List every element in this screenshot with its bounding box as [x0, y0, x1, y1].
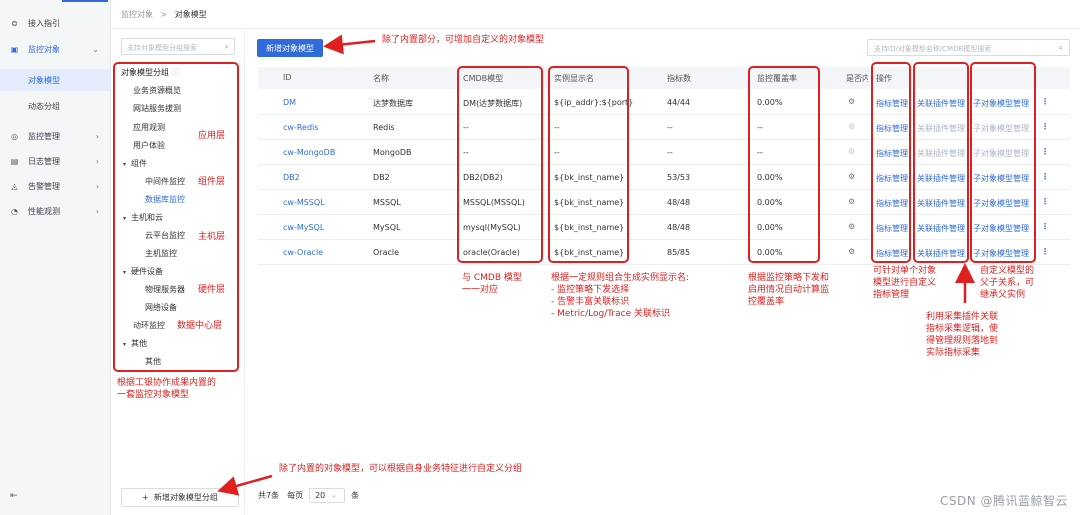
- annotation-line: 与 CMDB 模型: [462, 273, 522, 283]
- arrow-to-add-group: [217, 474, 273, 496]
- annotation-line: 模型进行自定义: [873, 278, 937, 288]
- annotation-line: 一套监控对象模型: [117, 390, 190, 400]
- annotation-line: 控覆盖率: [748, 297, 785, 307]
- annotation-plugin-mgmt: 利用采集插件关联 指标采集逻辑，使 得管理规则落地到 实际指标采集: [926, 311, 998, 359]
- annotation-arrows: [217, 34, 975, 496]
- annotation-hardware-layer: 硬件层: [198, 285, 226, 295]
- annotation-line: - Metric/Log/Trace 关联标识: [551, 309, 670, 319]
- annotation-line: 指标管理: [873, 290, 910, 300]
- annotation-display-name: 根据一定规则组合生成实例显示名: - 监控策略下发选择 - 告警丰富关联标识 -…: [551, 272, 689, 320]
- annotation-line: 实际指标采集: [926, 348, 981, 358]
- annotation-line: 根据工银协作成果内置的: [117, 378, 217, 388]
- annotation-line: 根据监控策略下发和: [748, 273, 830, 283]
- annotation-line: 根据一定规则组合生成实例显示名:: [551, 273, 690, 283]
- annotation-cmdb: 与 CMDB 模型 一一对应: [462, 272, 522, 296]
- annotation-line: 继承父实例: [980, 290, 1026, 300]
- annotation-line: - 监控策略下发选择: [551, 285, 630, 295]
- annotation-metric-mgmt: 可针对单个对象 模型进行自定义 指标管理: [873, 265, 936, 301]
- annotation-line: - 告警丰富关联标识: [551, 297, 630, 307]
- annotation-component-layer: 组件层: [198, 177, 226, 187]
- watermark: CSDN @腾讯蓝鲸智云: [939, 494, 1068, 508]
- annotation-line: 利用采集插件关联: [926, 312, 999, 322]
- annotation-app-layer: 应用层: [198, 131, 226, 141]
- annotation-custom-group: 除了内置的对象模型，可以根据自身业务特征进行自定义分组: [279, 464, 523, 474]
- annotation-host-layer: 主机层: [198, 232, 226, 242]
- arrow-to-new-button: [323, 34, 376, 55]
- annotation-line: 一一对应: [462, 285, 499, 295]
- annotation-coverage: 根据监控策略下发和 启用情况自动计算监 控覆盖率: [748, 272, 829, 308]
- annotation-line: 指标采集逻辑，使: [926, 324, 999, 334]
- annotation-line: 自定义模型的: [980, 266, 1035, 276]
- annotation-line: 启用情况自动计算监: [748, 285, 830, 295]
- annotation-builtin-set: 根据工银协作成果内置的 一套监控对象模型: [117, 377, 216, 401]
- annotation-line: 父子关系，可: [980, 278, 1035, 288]
- annotation-dc-layer: 数据中心层: [177, 321, 223, 331]
- annotation-line: 可针对单个对象: [873, 266, 937, 276]
- annotation-child-model: 自定义模型的 父子关系，可 继承父实例: [980, 265, 1034, 301]
- annotation-line: 得管理规则落地到: [926, 336, 999, 346]
- app-root: ⊜ 接入指引 ▣ 监控对象 ⌄ 对象模型 动态分组 ◎ 监控管理 › ▤ 日志管…: [0, 0, 1080, 515]
- annotation-custom-model: 除了内置部分，可增加自定义的对象模型: [382, 35, 545, 45]
